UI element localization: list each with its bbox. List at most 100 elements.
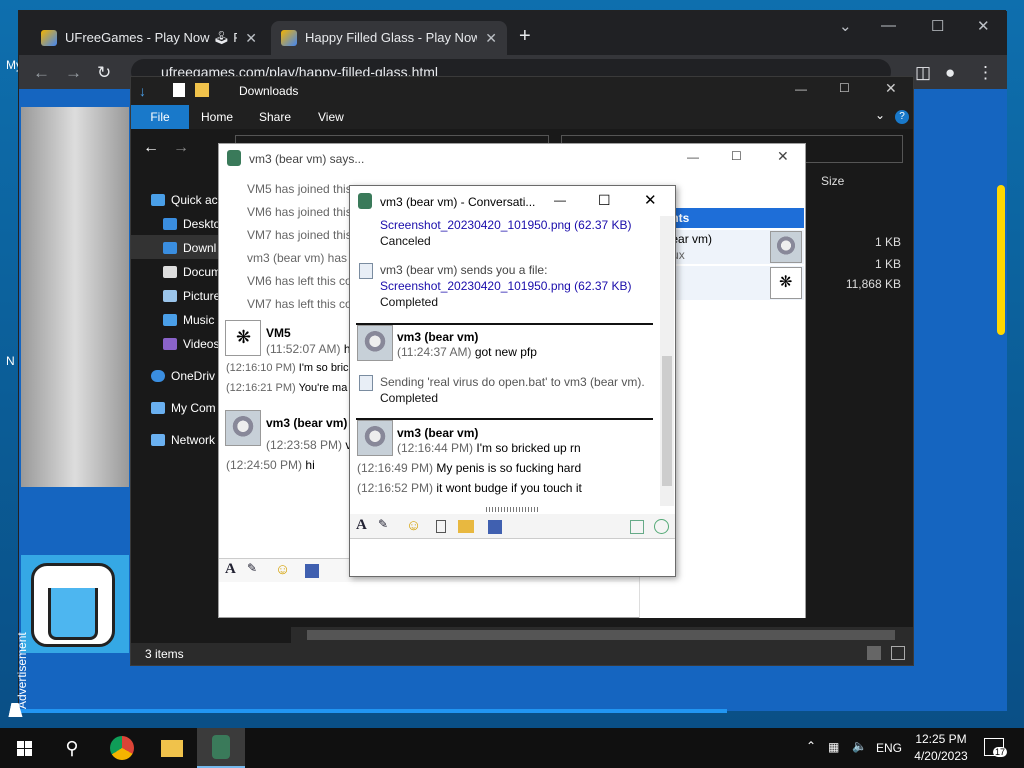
language-indicator[interactable]: ENG — [876, 741, 902, 755]
font-icon[interactable]: A — [225, 561, 236, 578]
chevron-down-icon[interactable]: ⌄ — [875, 108, 885, 122]
forward-arrow-icon[interactable]: → — [173, 139, 189, 157]
nav-quick-access[interactable]: Quick ac — [151, 193, 218, 207]
network-icon[interactable]: ▦ — [828, 740, 839, 754]
maximize-icon[interactable]: ☐ — [839, 81, 850, 95]
maximize-icon[interactable]: ☐ — [598, 192, 611, 209]
maximize-icon[interactable]: ☐ — [931, 17, 944, 35]
page-scrollbar-thumb[interactable] — [997, 185, 1005, 335]
new-folder-icon[interactable] — [195, 83, 209, 97]
tab-share[interactable]: Share — [259, 110, 291, 124]
start-button[interactable] — [0, 728, 48, 768]
tab-home[interactable]: Home — [201, 110, 233, 124]
back-arrow-icon[interactable]: ← — [143, 139, 159, 157]
message-separator — [356, 418, 653, 420]
properties-icon[interactable] — [173, 83, 185, 97]
chrome-icon — [110, 736, 134, 760]
nav-pictures[interactable]: Picture — [163, 289, 220, 303]
column-header-size[interactable]: Size — [821, 174, 844, 188]
nav-desktop[interactable]: Deskto — [163, 217, 220, 231]
close-icon[interactable]: ✕ — [245, 30, 257, 47]
horizontal-scrollbar[interactable] — [291, 627, 913, 643]
message-line: (12:23:58 PM) v — [266, 438, 351, 452]
format-toolbar: A ✎ ☺ — [350, 514, 675, 538]
maximize-icon[interactable]: ☐ — [731, 149, 742, 163]
messenger-taskbar-button[interactable] — [197, 728, 245, 768]
nav-music[interactable]: Music — [163, 313, 214, 327]
help-icon[interactable]: ? — [895, 110, 909, 124]
nav-onedrive[interactable]: OneDriv — [151, 369, 215, 383]
conversation-window: vm3 (bear vm) - Conversati... — ☐ ✕ Scre… — [349, 185, 676, 577]
happy-glass-icon — [31, 563, 115, 647]
wink-icon[interactable] — [458, 520, 474, 533]
history-icon[interactable] — [654, 519, 669, 534]
scrollbar-thumb[interactable] — [307, 630, 895, 640]
ufreegames-favicon-icon — [41, 30, 57, 46]
clock[interactable]: 12:25 PM 4/20/2023 — [914, 732, 968, 763]
profile-icon[interactable]: ● — [945, 63, 955, 83]
ad-banner[interactable] — [21, 107, 129, 487]
volume-icon[interactable]: 🔈 — [852, 739, 867, 753]
video-icon — [163, 338, 177, 350]
nav-videos[interactable]: Videos — [163, 337, 219, 351]
message-input[interactable] — [350, 538, 675, 576]
tab-ufreegames[interactable]: UFreeGames - Play Now 🕹 Play ✕ — [31, 21, 267, 55]
sidebar-icon[interactable]: ◫ — [915, 63, 931, 83]
transfer-status: Canceled — [380, 234, 431, 248]
tab-search-chevron-icon[interactable]: ⌄ — [839, 17, 852, 35]
avatar — [357, 325, 393, 361]
scrollbar-thumb[interactable] — [662, 356, 672, 486]
window-title: Downloads — [239, 84, 299, 98]
notification-icon[interactable]: 17 — [984, 738, 1008, 757]
details-view-icon[interactable] — [867, 646, 881, 660]
save-icon[interactable] — [488, 520, 502, 534]
minimize-icon[interactable]: — — [795, 82, 807, 96]
nudge-icon[interactable] — [436, 520, 446, 533]
desktop-icon-label[interactable]: N — [6, 354, 15, 368]
tab-view[interactable]: View — [318, 110, 344, 124]
nav-my-computer[interactable]: My Com — [151, 401, 216, 415]
tiles-view-icon[interactable] — [891, 646, 905, 660]
nav-network[interactable]: Network — [151, 433, 215, 447]
chevron-up-icon[interactable]: ⌃ — [806, 739, 816, 753]
minimize-icon[interactable]: — — [554, 193, 566, 207]
font-icon[interactable]: A — [356, 517, 367, 534]
search-icon[interactable]: ⚲ — [48, 728, 96, 768]
file-explorer-taskbar-button[interactable] — [148, 728, 196, 768]
close-icon[interactable]: ✕ — [485, 30, 497, 47]
close-window-icon[interactable]: ✕ — [885, 80, 897, 97]
message-line: (12:16:21 PM) You're ma — [226, 382, 348, 394]
messenger-titlebar: vm3 (bear vm) says... — ☐ ✕ — [219, 144, 805, 172]
send-file-icon[interactable] — [630, 520, 644, 534]
menu-kebab-icon[interactable]: ⋮ — [977, 63, 994, 83]
file-size: 11,868 KB — [845, 277, 901, 291]
avatar: ❋ — [770, 267, 802, 299]
game-thumbnail[interactable] — [21, 555, 129, 653]
forward-arrow-icon[interactable]: → — [65, 63, 82, 83]
close-window-icon[interactable]: ✕ — [644, 191, 657, 209]
new-tab-button[interactable]: + — [519, 25, 531, 48]
text-style-icon[interactable]: ✎ — [247, 561, 257, 575]
nav-downloads[interactable]: Downl — [163, 241, 216, 255]
conversation-scrollbar[interactable] — [660, 216, 674, 506]
tab-happy-filled-glass[interactable]: Happy Filled Glass - Play Now 🕹 ✕ — [271, 21, 507, 55]
resize-grip[interactable] — [486, 507, 538, 512]
close-window-icon[interactable]: ✕ — [777, 148, 789, 165]
nav-documents[interactable]: Docum — [163, 265, 221, 279]
tab-file[interactable]: File — [131, 105, 189, 129]
emoticon-icon[interactable]: ☺ — [275, 561, 290, 578]
text-style-icon[interactable]: ✎ — [378, 517, 388, 531]
emoticon-icon[interactable]: ☺ — [406, 517, 421, 534]
back-arrow-icon[interactable]: ← — [33, 63, 50, 83]
file-link[interactable]: Screenshot_20230420_101950.png (62.37 KB… — [380, 279, 632, 293]
window-title: vm3 (bear vm) - Conversati... — [380, 195, 536, 209]
close-window-icon[interactable]: ✕ — [977, 17, 990, 35]
save-icon[interactable] — [305, 564, 319, 578]
system-message: vm3 (bear vm) has — [247, 251, 348, 265]
minimize-icon[interactable]: — — [881, 17, 896, 34]
chrome-taskbar-button[interactable] — [98, 728, 146, 768]
file-link[interactable]: Screenshot_20230420_101950.png (62.37 KB… — [380, 218, 632, 232]
minimize-icon[interactable]: — — [687, 150, 699, 164]
system-message: VM6 has joined this — [247, 205, 352, 219]
reload-icon[interactable]: ↻ — [97, 63, 111, 83]
